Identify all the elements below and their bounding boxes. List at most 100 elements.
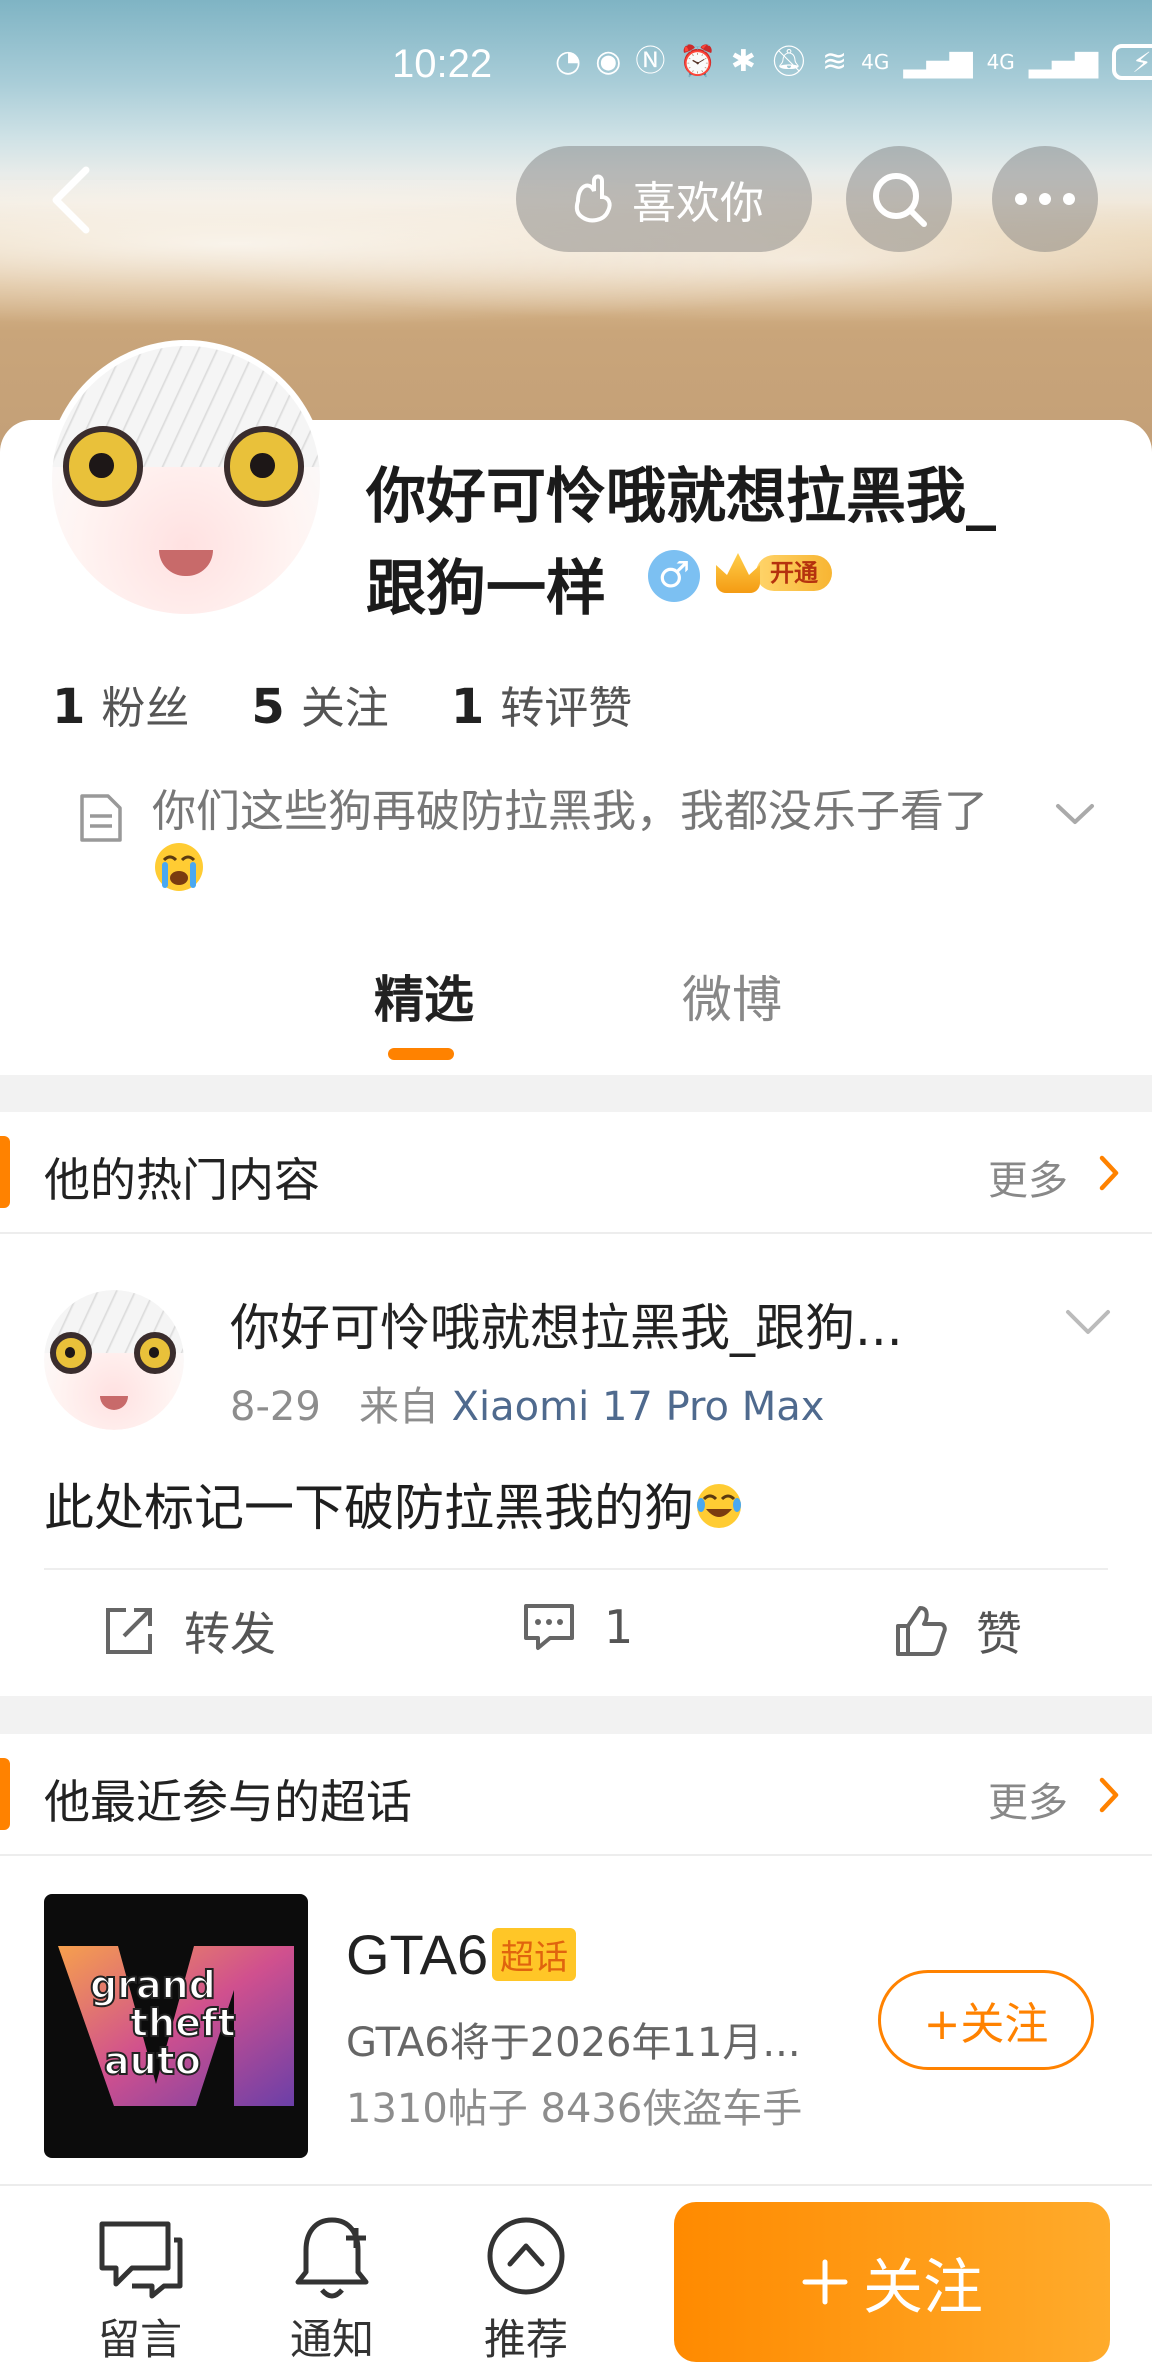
chevron-down-icon[interactable]	[1050, 794, 1100, 834]
status-icons: ◔ ◉ Ⓝ ⏰ ✱ 🔕︎ ≋ 4G ▂▄▆ 4G ▂▄▆ ⚡︎	[555, 42, 1152, 82]
signal-2-icon: ▂▄▆	[1028, 44, 1099, 79]
followers-count: 1	[52, 679, 86, 735]
like-button[interactable]: 赞	[892, 1598, 1022, 1664]
post-source-prefix: 来自	[358, 1384, 439, 1430]
cover-text-line-3: auto	[104, 2039, 201, 2083]
recommend-button[interactable]: 推荐	[466, 2210, 586, 2367]
repost-label: 转发	[184, 1607, 276, 1661]
chevron-left-icon	[52, 166, 90, 234]
hot-content-title: 他的热门内容	[44, 1153, 320, 1207]
post-meta: 8-29 来自 Xiaomi 17 Pro Max	[230, 1374, 824, 1432]
following-count: 5	[251, 679, 285, 735]
avatar-image	[52, 346, 320, 614]
thumbs-up-icon	[896, 1606, 947, 1656]
repost-button[interactable]: 转发	[100, 1598, 276, 1664]
follow-label: 关注	[863, 2252, 983, 2323]
section-accent-bar	[0, 1758, 10, 1830]
post-date: 8-29	[230, 1384, 321, 1430]
vip-badge[interactable]: 开通	[716, 550, 832, 596]
post-text-content: 此处标记一下破防拉黑我的狗	[44, 1479, 694, 1537]
post-device[interactable]: Xiaomi 17 Pro Max	[452, 1384, 825, 1430]
topic-cover-image[interactable]: grand theft auto	[44, 1894, 308, 2158]
like-label: 赞	[976, 1607, 1022, 1661]
wifi-icon: ≋	[821, 44, 848, 79]
crown-icon	[716, 553, 760, 593]
bottom-action-bar: 留言 通知 推荐 关注	[0, 2184, 1152, 2376]
male-icon: ♂	[648, 550, 700, 602]
bell-plus-icon	[295, 2217, 369, 2299]
topic-stats: 1310帖子 8436侠盗车手	[346, 2086, 803, 2132]
signal-1-icon: ▂▄▆	[903, 44, 973, 79]
section-accent-bar	[0, 1136, 10, 1208]
post-divider	[44, 1568, 1108, 1570]
status-bar: 10:22 ◔ ◉ Ⓝ ⏰ ✱ 🔕︎ ≋ 4G ▂▄▆ 4G ▂▄▆ ⚡︎	[0, 0, 1152, 130]
interactions-count: 1	[450, 679, 485, 735]
tab-weibo[interactable]: 微博	[682, 960, 782, 1032]
laugh-cry-emoji-icon	[697, 1484, 741, 1528]
bio-text-block: 你们这些狗再破防拉黑我，我都没乐子看了	[152, 784, 1072, 898]
comment-button[interactable]: 1	[520, 1598, 633, 1656]
post-text[interactable]: 此处标记一下破防拉黑我的狗	[44, 1468, 744, 1540]
recommend-label: 推荐	[483, 2315, 568, 2364]
follow-button[interactable]: 关注	[674, 2202, 1110, 2362]
message-button[interactable]: 留言	[80, 2210, 200, 2367]
avatar[interactable]	[46, 340, 326, 620]
hot-content-section: 他的热门内容 更多 你好可怜哦就想拉黑我_跟狗... 8-29 来自 Xiaom…	[0, 1112, 1152, 1696]
profile-name: 你好可怜哦就想拉黑我_	[366, 462, 996, 532]
super-topic-title: 他最近参与的超话	[44, 1775, 412, 1829]
interactions-label: 转评赞	[500, 683, 633, 734]
network-2-label: 4G	[986, 50, 1015, 74]
speed-icon: ◔	[555, 44, 582, 79]
hot-content-header: 他的热门内容 更多	[0, 1112, 1152, 1234]
chevron-right-icon[interactable]	[1094, 1152, 1124, 1194]
notify-label: 通知	[289, 2315, 374, 2364]
followers-label: 粉丝	[101, 683, 190, 734]
super-topic-badge: 超话	[492, 1928, 577, 1981]
more-button[interactable]	[992, 146, 1098, 252]
post-avatar-image	[44, 1290, 184, 1430]
profile-tabs: 精选 微博	[0, 960, 1152, 1075]
profile-stats: 1 粉丝 5 关注 1 转评赞	[52, 672, 632, 736]
active-tab-indicator	[388, 1048, 454, 1060]
post-author-avatar[interactable]	[44, 1290, 184, 1430]
chevron-right-icon[interactable]	[1094, 1774, 1124, 1816]
bluetooth-icon: ✱	[730, 44, 756, 79]
status-time: 10:22	[392, 42, 493, 86]
comment-icon	[524, 1604, 574, 1650]
topic-follow-button[interactable]: +关注	[878, 1970, 1094, 2070]
battery-icon: ⚡︎	[1112, 44, 1152, 80]
super-topic-more-link[interactable]: 更多	[988, 1770, 1068, 1828]
gta-logo-image: grand theft auto	[58, 1946, 294, 2106]
interactions-stat[interactable]: 1 转评赞	[451, 672, 632, 736]
like-you-button[interactable]: 喜欢你	[516, 146, 812, 252]
plus-icon	[802, 2259, 848, 2305]
bio-text: 你们这些狗再破防拉黑我，我都没乐子看了	[152, 786, 988, 837]
like-you-label: 喜欢你	[632, 178, 764, 229]
following-stat[interactable]: 5 关注	[251, 672, 388, 736]
network-1-label: 4G	[861, 50, 890, 74]
post-author-name[interactable]: 你好可怜哦就想拉黑我_跟狗...	[230, 1288, 903, 1360]
share-icon	[106, 1608, 152, 1654]
more-dots-icon	[1015, 193, 1075, 205]
followers-stat[interactable]: 1 粉丝	[52, 672, 189, 736]
comment-count: 1	[604, 1600, 634, 1654]
following-label: 关注	[300, 683, 389, 734]
mute-icon: 🔕︎	[769, 44, 808, 79]
chevron-down-icon[interactable]	[1060, 1302, 1116, 1342]
super-topic-header: 他最近参与的超话 更多	[0, 1734, 1152, 1856]
profile-name-continued: 跟狗一样	[366, 554, 606, 624]
topic-name: GTA6	[346, 1923, 489, 1986]
hand-heart-icon	[574, 174, 612, 223]
super-topic-section: 他最近参与的超话 更多 grand theft auto GTA6 超话 GTA…	[0, 1734, 1152, 2184]
hot-content-more-link[interactable]: 更多	[988, 1148, 1068, 1206]
notify-button[interactable]: 通知	[272, 2210, 392, 2367]
search-icon	[873, 173, 927, 227]
message-icon	[99, 2221, 183, 2299]
tab-featured[interactable]: 精选	[374, 960, 474, 1032]
crying-emoji-icon	[155, 843, 203, 891]
nfc-icon: Ⓝ	[635, 44, 666, 79]
alarm-icon: ⏰	[679, 44, 717, 79]
back-button[interactable]	[42, 160, 102, 240]
topic-name-row[interactable]: GTA6 超话	[346, 1922, 577, 1987]
search-button[interactable]	[846, 146, 952, 252]
